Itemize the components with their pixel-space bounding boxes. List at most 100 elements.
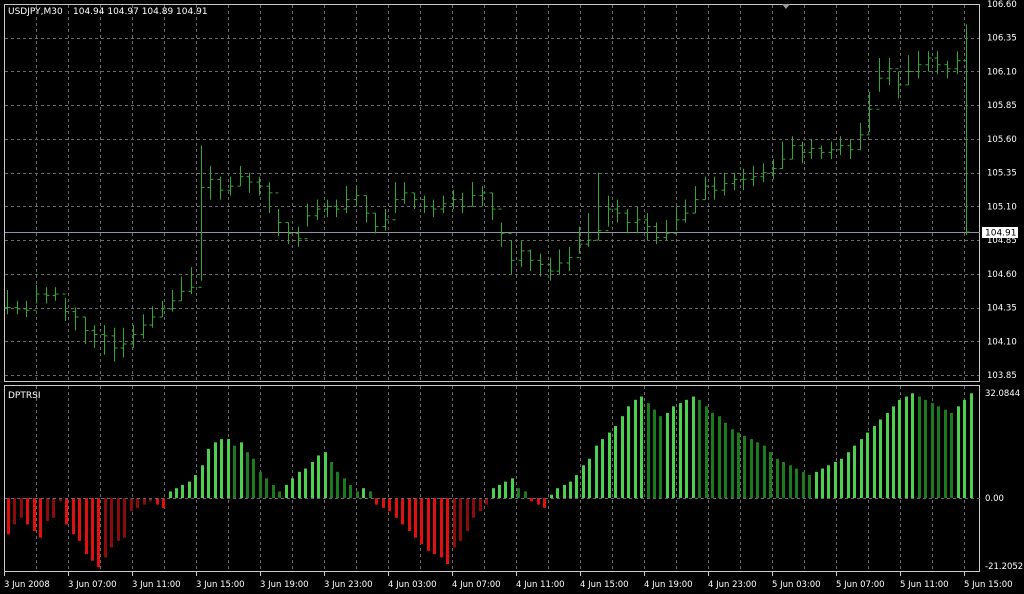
time-tick-label: 3 Jun 15:00 (196, 580, 245, 590)
histogram-bar (362, 488, 365, 498)
indicator-tick-label: -21.2052 (985, 562, 1023, 572)
histogram-bar (246, 452, 249, 498)
ohlc-label: 104.94 104.97 104.89 104.91 (73, 7, 208, 17)
histogram-bar (569, 481, 572, 498)
histogram-bar (776, 458, 779, 498)
histogram-bar (750, 439, 753, 498)
time-tick-label: 3 Jun 11:00 (132, 580, 181, 590)
histogram-bar (39, 498, 42, 538)
histogram-bar (659, 416, 662, 498)
histogram-bar (123, 498, 126, 538)
histogram-bar (65, 498, 68, 525)
histogram-bar (679, 403, 682, 498)
histogram-bar (575, 475, 578, 498)
histogram-bar (13, 498, 16, 525)
histogram-bar (756, 442, 759, 498)
histogram-bar (937, 406, 940, 498)
histogram-bar (608, 432, 611, 498)
histogram-bar (272, 484, 275, 498)
price-tick-label: 104.35 (987, 304, 1017, 314)
histogram-bar (169, 491, 172, 498)
histogram-bar (640, 396, 643, 498)
time-tick-label: 5 Jun 07:00 (836, 580, 885, 590)
histogram-bar (731, 429, 734, 498)
chart-canvas[interactable]: 106.60 106.35 106.10 105.85 105.60 105.35 105.… (0, 0, 1024, 594)
histogram-bar (414, 498, 417, 538)
histogram-bar (162, 498, 165, 508)
histogram-bar (104, 498, 107, 558)
time-tick-label: 4 Jun 11:00 (516, 580, 565, 590)
histogram-bar (724, 422, 727, 498)
time-tick-label: 3 Jun 23:00 (324, 580, 373, 590)
histogram-bar (420, 498, 423, 545)
histogram-bar (265, 478, 268, 498)
price-tick-label: 106.60 (987, 0, 1017, 10)
histogram-bar (556, 488, 559, 498)
histogram-bar (492, 488, 495, 498)
histogram-bar (743, 435, 746, 498)
histogram-bar (782, 462, 785, 498)
histogram-bar (672, 406, 675, 498)
histogram-bar (821, 468, 824, 498)
histogram-bar (944, 409, 947, 498)
histogram-bar (498, 484, 501, 498)
histogram-bar (227, 439, 230, 498)
histogram-bar (692, 396, 695, 498)
histogram-bar (72, 498, 75, 535)
histogram-bar (291, 478, 294, 498)
histogram-bar (879, 419, 882, 498)
histogram-bar (601, 439, 604, 498)
histogram-bar (621, 416, 624, 498)
histogram-bar (324, 452, 327, 498)
price-tick-label: 105.85 (987, 101, 1017, 111)
histogram-bar (440, 498, 443, 558)
time-tick-label: 3 Jun 2008 (4, 580, 50, 590)
histogram-bar (543, 498, 546, 508)
histogram-bar (840, 458, 843, 498)
histogram-bar (336, 471, 339, 498)
price-tick-label: 105.10 (987, 202, 1017, 212)
time-tick-label: 5 Jun 15:00 (964, 580, 1013, 590)
histogram-bar (504, 481, 507, 498)
histogram-bar (252, 458, 255, 498)
histogram-bar (769, 452, 772, 498)
histogram-bar (369, 491, 372, 498)
histogram-bar (634, 399, 637, 498)
histogram-bar (653, 409, 656, 498)
histogram-bar (446, 498, 449, 565)
histogram-bar (647, 403, 650, 498)
histogram-bar (873, 426, 876, 498)
indicator-tick-label: 0.00 (985, 494, 1004, 504)
time-tick-label: 3 Jun 19:00 (260, 580, 309, 590)
histogram-bar (466, 498, 469, 532)
histogram-bar (595, 445, 598, 498)
histogram-bar (401, 498, 404, 525)
histogram-bar (530, 498, 533, 502)
histogram-bar (685, 399, 688, 498)
price-tick-label: 104.10 (987, 337, 1017, 347)
histogram-bar (311, 462, 314, 498)
time-tick-label: 4 Jun 19:00 (644, 580, 693, 590)
histogram-bar (91, 498, 94, 561)
histogram-bar (298, 471, 301, 498)
histogram-bar (827, 465, 830, 498)
time-tick-label: 4 Jun 15:00 (580, 580, 629, 590)
time-tick-label: 5 Jun 11:00 (900, 580, 949, 590)
histogram-bar (911, 393, 914, 498)
histogram-bar (343, 478, 346, 498)
histogram-bar (33, 498, 36, 532)
histogram-bar (789, 465, 792, 498)
histogram-bar (705, 406, 708, 498)
indicator-name-label: DPTRSI (8, 391, 40, 401)
histogram-bar (666, 412, 669, 498)
time-tick-label: 4 Jun 07:00 (452, 580, 501, 590)
histogram-bar (957, 406, 960, 498)
histogram-bar (524, 491, 527, 498)
histogram-bar (834, 462, 837, 498)
histogram-bar (472, 498, 475, 518)
histogram-bar (356, 491, 359, 498)
histogram-bar (970, 393, 973, 498)
histogram-bar (78, 498, 81, 541)
histogram-bar (950, 412, 953, 498)
histogram-bar (304, 468, 307, 498)
